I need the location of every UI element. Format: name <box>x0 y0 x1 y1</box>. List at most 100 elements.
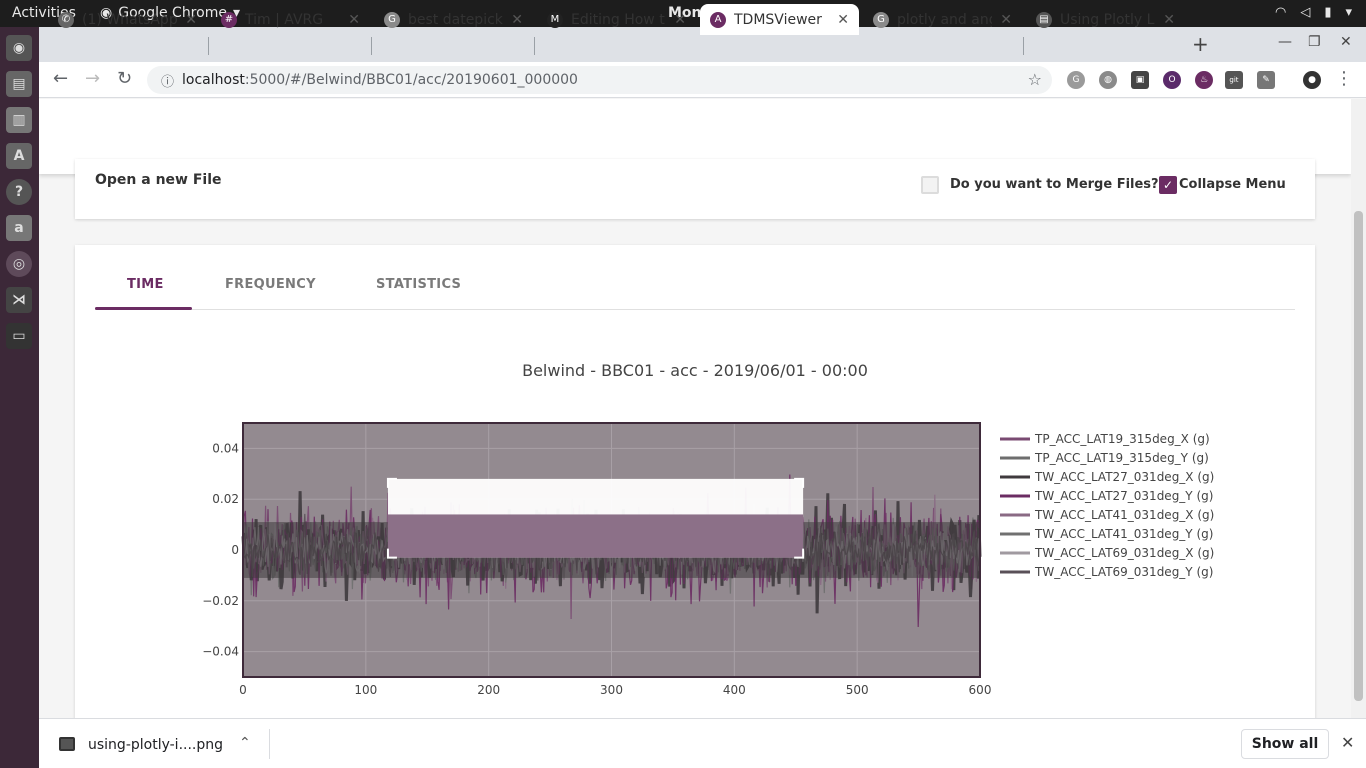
menu-kebab-icon[interactable]: ⋮ <box>1335 68 1353 89</box>
extension-globe-icon[interactable]: ◍ <box>1099 71 1117 89</box>
google-icon: G <box>384 11 400 28</box>
main-card: TIME FREQUENCY STATISTICS Belwind - BBC0… <box>75 245 1315 718</box>
close-tab-icon[interactable]: ✕ <box>674 12 686 28</box>
system-tray[interactable]: ◠ ◁ ▮ ▾ <box>1275 5 1352 20</box>
y-tick-label: 0.04 <box>212 441 239 455</box>
reload-icon[interactable]: ↻ <box>117 68 132 89</box>
page-scrollbar[interactable] <box>1351 99 1366 718</box>
x-tick-label: 100 <box>354 683 377 697</box>
extension-gitzip-icon[interactable]: git <box>1225 71 1243 89</box>
browser-tab[interactable]: ✆ (1) WhatsApp ✕ <box>48 4 207 35</box>
tab-separator <box>208 37 209 55</box>
volume-icon: ◁ <box>1300 5 1311 20</box>
y-tick-label: 0.02 <box>212 492 239 506</box>
browser-toolbar: ← → ↻ ⓘ localhost:5000/#/Belwind/BBC01/a… <box>39 62 1366 98</box>
forward-icon[interactable]: → <box>85 68 100 89</box>
scrollbar-thumb[interactable] <box>1354 211 1363 701</box>
tab-label: best datepick <box>408 11 503 28</box>
chevron-up-icon[interactable]: ⌃ <box>239 735 251 751</box>
download-filename[interactable]: using-plotly-i....png <box>88 737 223 753</box>
amazon-dock-icon[interactable]: a <box>6 215 32 241</box>
close-tab-icon[interactable]: ✕ <box>185 12 197 28</box>
merge-files-label[interactable]: Do you want to Merge Files? <box>950 177 1159 192</box>
vscode-dock-icon[interactable]: ⋊ <box>6 287 32 313</box>
close-shelf-icon[interactable]: ✕ <box>1341 733 1354 752</box>
legend-item[interactable]: TW_ACC_LAT69_031deg_Y (g) <box>1034 565 1213 579</box>
file-card: Open a new File Do you want to Merge Fil… <box>75 159 1315 219</box>
browser-tab[interactable]: Gplotly and ang ✕ <box>863 4 1022 35</box>
maximize-icon[interactable]: ❐ <box>1308 34 1321 50</box>
tab-separator <box>534 37 535 55</box>
slack-icon: # <box>221 11 237 28</box>
extension-trello-icon[interactable]: ▣ <box>1131 71 1149 89</box>
close-tab-icon[interactable]: ✕ <box>1163 12 1175 28</box>
tab-label: Using Plotly L <box>1060 11 1155 28</box>
legend-item[interactable]: TW_ACC_LAT41_031deg_X (g) <box>1034 508 1214 522</box>
legend-item[interactable]: TW_ACC_LAT41_031deg_Y (g) <box>1034 527 1213 541</box>
extension-o-icon[interactable]: O <box>1163 71 1181 89</box>
close-window-icon[interactable]: ✕ <box>1340 34 1352 50</box>
show-all-button[interactable]: Show all <box>1241 729 1329 759</box>
extension-fire-icon[interactable]: ♨ <box>1195 71 1213 89</box>
browser-tab[interactable]: # Tim | AVRG ✕ <box>211 4 370 35</box>
close-tab-icon[interactable]: ✕ <box>837 12 849 28</box>
wifi-icon: ◠ <box>1274 5 1287 20</box>
whatsapp-dock-icon[interactable]: ◉ <box>6 35 32 61</box>
minimize-icon[interactable]: — <box>1278 34 1292 50</box>
file-icon <box>59 737 75 751</box>
whatsapp-icon: ✆ <box>58 11 74 28</box>
legend-item[interactable]: TW_ACC_LAT27_031deg_X (g) <box>1034 470 1214 484</box>
browser-tab[interactable]: A TDMSViewer ✕ <box>700 4 859 35</box>
tab-label: Tim | AVRG <box>245 11 324 28</box>
tab-label: Editing How t <box>571 11 665 28</box>
x-tick-label: 200 <box>477 683 500 697</box>
tab-label: TDMSViewer <box>734 11 822 28</box>
plot-area[interactable]: 0 100 200 300 400 500 600 0.04 0.02 0 −0.02 −0.04 TP… <box>75 245 1315 718</box>
browser-tab[interactable]: ▤ Using Plotly L ✕ <box>1026 4 1185 35</box>
address-bar[interactable]: ⓘ localhost:5000/#/Belwind/BBC01/acc/201… <box>147 66 1052 94</box>
y-tick-label: 0 <box>231 543 239 557</box>
collapse-menu-label[interactable]: Collapse Menu <box>1179 177 1286 192</box>
bookmark-star-icon[interactable]: ☆ <box>1028 70 1042 89</box>
back-icon[interactable]: ← <box>53 68 68 89</box>
tab-separator <box>1023 37 1024 55</box>
x-tick-label: 500 <box>846 683 869 697</box>
doc-icon: ▤ <box>1036 11 1052 28</box>
terminal-dock-icon[interactable]: ▭ <box>6 323 32 349</box>
help-dock-icon[interactable]: ? <box>6 179 32 205</box>
legend-item[interactable]: TW_ACC_LAT69_031deg_X (g) <box>1034 546 1214 560</box>
extension-eyedropper-icon[interactable]: ✎ <box>1257 71 1275 89</box>
close-tab-icon[interactable]: ✕ <box>348 12 360 28</box>
google-icon: G <box>873 11 889 28</box>
tab-separator <box>371 37 372 55</box>
x-tick-label: 300 <box>600 683 623 697</box>
chrome-dock-icon[interactable]: ◎ <box>6 251 32 277</box>
close-tab-icon[interactable]: ✕ <box>1000 12 1012 28</box>
info-icon[interactable]: ⓘ <box>161 71 174 90</box>
download-shelf: using-plotly-i....png ⌃ Show all ✕ <box>39 718 1366 768</box>
collapse-menu-checkbox[interactable]: ✓ <box>1159 176 1177 194</box>
close-tab-icon[interactable]: ✕ <box>511 12 523 28</box>
angular-icon: A <box>710 11 726 28</box>
dock: ◉ ▤ ▥ A ? a ◎ ⋊ ▭ <box>0 27 39 768</box>
merge-files-checkbox[interactable] <box>921 176 939 194</box>
extension-grammarly-icon[interactable]: G <box>1067 71 1085 89</box>
browser-tab[interactable]: Gbest datepick ✕ <box>374 4 533 35</box>
legend-item[interactable]: TP_ACC_LAT19_315deg_Y (g) <box>1034 451 1209 465</box>
tab-label: (1) WhatsApp <box>82 11 178 28</box>
new-tab-button[interactable]: + <box>1192 32 1209 56</box>
legend-item[interactable]: TP_ACC_LAT19_315deg_X (g) <box>1034 432 1210 446</box>
open-file-title[interactable]: Open a new File <box>95 172 222 188</box>
x-tick-label: 400 <box>723 683 746 697</box>
y-tick-label: −0.04 <box>202 645 239 659</box>
url-path: :5000/#/Belwind/BBC01/acc/20190601_00000… <box>244 72 578 88</box>
shelf-divider <box>269 729 270 759</box>
legend-item[interactable]: TW_ACC_LAT27_031deg_Y (g) <box>1034 489 1213 503</box>
files-dock-icon[interactable]: ▤ <box>6 71 32 97</box>
browser-tab[interactable]: M Editing How t ✕ <box>537 4 696 35</box>
medium-icon: M <box>547 11 563 28</box>
software-dock-icon[interactable]: A <box>6 143 32 169</box>
selection-box[interactable] <box>387 514 804 558</box>
document-dock-icon[interactable]: ▥ <box>6 107 32 133</box>
profile-avatar[interactable]: ● <box>1303 71 1321 89</box>
